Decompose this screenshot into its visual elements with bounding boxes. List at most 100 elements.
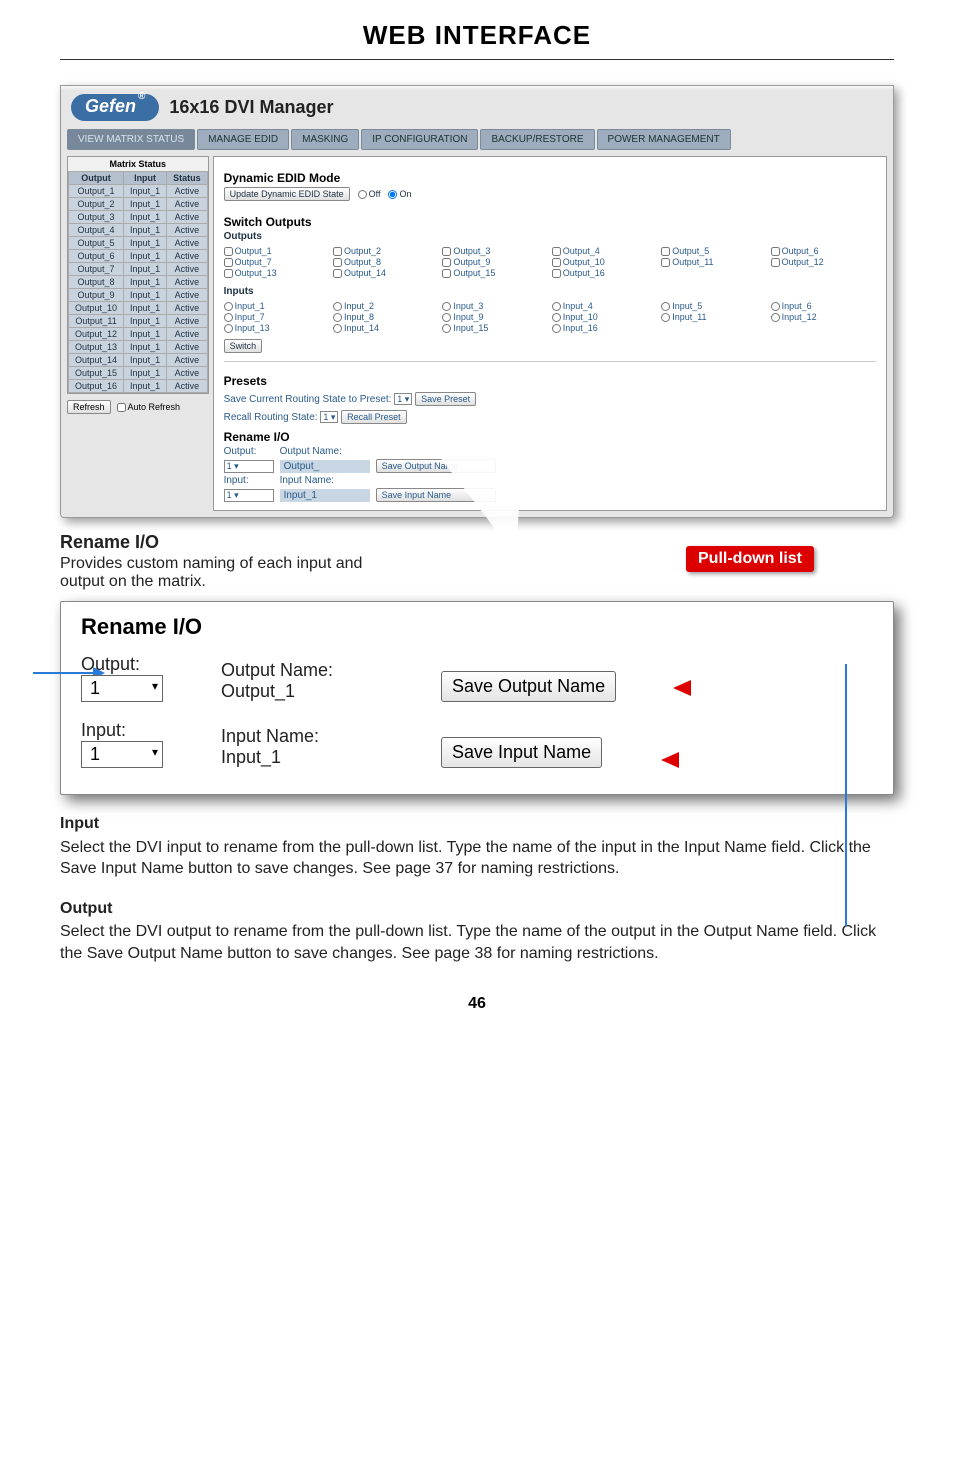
input-radio-input[interactable] — [661, 313, 670, 322]
input-radio-input[interactable] — [442, 313, 451, 322]
zoom-save-output-button[interactable]: Save Output Name — [441, 671, 616, 702]
input-radio-input[interactable] — [442, 324, 451, 333]
save-preset-select[interactable]: 1 ▾ — [394, 393, 412, 405]
rename-output-value[interactable]: Output_ — [280, 460, 370, 473]
zoom-output-value[interactable]: Output_1 — [221, 681, 421, 702]
auto-refresh-input[interactable] — [117, 403, 126, 412]
output-checkbox[interactable]: Output_8 — [333, 257, 438, 267]
output-checkbox[interactable]: Output_4 — [552, 246, 657, 256]
input-radio-input[interactable] — [442, 302, 451, 311]
output-checkbox-input[interactable] — [224, 247, 233, 256]
input-radio-input[interactable] — [771, 302, 780, 311]
output-checkbox[interactable]: Output_6 — [771, 246, 876, 256]
update-dynamic-edid-button[interactable]: Update Dynamic EDID State — [224, 187, 350, 201]
input-radio[interactable]: Input_16 — [552, 323, 657, 333]
zoom-output-select[interactable]: 1 — [81, 675, 163, 702]
recall-preset-button[interactable]: Recall Preset — [341, 410, 407, 424]
output-checkbox[interactable]: Output_11 — [661, 257, 766, 267]
auto-refresh-checkbox[interactable]: Auto Refresh — [117, 402, 181, 412]
output-checkbox-input[interactable] — [224, 258, 233, 267]
input-radio[interactable]: Input_3 — [442, 301, 547, 311]
recall-preset-select[interactable]: 1 ▾ — [320, 411, 338, 423]
switch-button[interactable]: Switch — [224, 339, 263, 353]
output-checkbox[interactable]: Output_13 — [224, 268, 329, 278]
tab-manage-edid[interactable]: MANAGE EDID — [197, 129, 289, 150]
col-status: Status — [167, 172, 208, 185]
tab-ip-configuration[interactable]: IP CONFIGURATION — [361, 129, 478, 150]
output-checkbox-input[interactable] — [224, 269, 233, 278]
input-radio[interactable]: Input_7 — [224, 312, 329, 322]
input-radio-input[interactable] — [333, 324, 342, 333]
output-checkbox-input[interactable] — [442, 258, 451, 267]
output-checkbox-input[interactable] — [661, 247, 670, 256]
rename-output-label: Output: — [224, 446, 274, 457]
output-checkbox[interactable]: Output_12 — [771, 257, 876, 267]
input-radio-input[interactable] — [224, 324, 233, 333]
input-radio[interactable]: Input_13 — [224, 323, 329, 333]
output-checkbox[interactable]: Output_9 — [442, 257, 547, 267]
input-radio[interactable]: Input_4 — [552, 301, 657, 311]
input-radio[interactable]: Input_15 — [442, 323, 547, 333]
save-input-name-button-sm[interactable]: Save Input Name — [376, 488, 496, 502]
output-checkbox-input[interactable] — [552, 247, 561, 256]
input-radio[interactable]: Input_6 — [771, 301, 876, 311]
input-radio-input[interactable] — [552, 324, 561, 333]
output-checkbox[interactable]: Output_3 — [442, 246, 547, 256]
output-checkbox-input[interactable] — [333, 269, 342, 278]
input-radio-input[interactable] — [771, 313, 780, 322]
output-checkbox[interactable]: Output_5 — [661, 246, 766, 256]
save-output-name-button-sm[interactable]: Save Output Name — [376, 459, 496, 473]
output-checkbox[interactable]: Output_7 — [224, 257, 329, 267]
matrix-status-table: Output Input Status Output_1Input_1Activ… — [68, 171, 208, 393]
callout-rename-desc: Provides custom naming of each input and… — [60, 555, 362, 590]
edid-on-radio[interactable]: On — [388, 189, 411, 199]
output-checkbox[interactable]: Output_10 — [552, 257, 657, 267]
input-radio-input[interactable] — [661, 302, 670, 311]
input-radio-input[interactable] — [552, 302, 561, 311]
zoom-input-select[interactable]: 1 — [81, 741, 163, 768]
input-radio[interactable]: Input_10 — [552, 312, 657, 322]
input-radio-input[interactable] — [333, 302, 342, 311]
save-preset-button[interactable]: Save Preset — [415, 392, 476, 406]
output-checkbox[interactable]: Output_2 — [333, 246, 438, 256]
tab-backup-restore[interactable]: BACKUP/RESTORE — [480, 129, 594, 150]
output-checkbox-input[interactable] — [442, 247, 451, 256]
input-radio[interactable]: Input_14 — [333, 323, 438, 333]
output-checkbox-input[interactable] — [333, 247, 342, 256]
table-cell: Active — [167, 263, 208, 276]
tab-power-management[interactable]: POWER MANAGEMENT — [597, 129, 731, 150]
output-checkbox[interactable]: Output_14 — [333, 268, 438, 278]
output-checkbox-input[interactable] — [771, 258, 780, 267]
rename-output-select[interactable]: 1 ▾ — [224, 460, 274, 473]
output-checkbox-input[interactable] — [661, 258, 670, 267]
output-checkbox[interactable]: Output_16 — [552, 268, 657, 278]
output-checkbox-input[interactable] — [552, 269, 561, 278]
rename-input-value[interactable]: Input_1 — [280, 489, 370, 502]
input-radio-input[interactable] — [552, 313, 561, 322]
output-checkbox-input[interactable] — [333, 258, 342, 267]
tab-masking[interactable]: MASKING — [291, 129, 359, 150]
input-radio[interactable]: Input_5 — [661, 301, 766, 311]
input-radio[interactable]: Input_8 — [333, 312, 438, 322]
output-checkbox[interactable]: Output_15 — [442, 268, 547, 278]
table-row: Output_2Input_1Active — [69, 198, 208, 211]
zoom-input-value[interactable]: Input_1 — [221, 747, 421, 768]
input-radio[interactable]: Input_11 — [661, 312, 766, 322]
input-radio[interactable]: Input_2 — [333, 301, 438, 311]
output-checkbox-input[interactable] — [442, 269, 451, 278]
input-radio-input[interactable] — [224, 302, 233, 311]
zoom-input-label: Input: — [81, 720, 201, 741]
input-radio[interactable]: Input_1 — [224, 301, 329, 311]
output-checkbox-input[interactable] — [552, 258, 561, 267]
input-radio-input[interactable] — [224, 313, 233, 322]
refresh-button[interactable]: Refresh — [67, 400, 111, 414]
input-radio[interactable]: Input_9 — [442, 312, 547, 322]
output-checkbox[interactable]: Output_1 — [224, 246, 329, 256]
input-radio-input[interactable] — [333, 313, 342, 322]
tab-view-matrix-status[interactable]: VIEW MATRIX STATUS — [67, 129, 195, 150]
zoom-save-input-button[interactable]: Save Input Name — [441, 737, 602, 768]
rename-input-select[interactable]: 1 ▾ — [224, 489, 274, 502]
output-checkbox-input[interactable] — [771, 247, 780, 256]
edid-off-radio[interactable]: Off — [358, 189, 381, 199]
input-radio[interactable]: Input_12 — [771, 312, 876, 322]
